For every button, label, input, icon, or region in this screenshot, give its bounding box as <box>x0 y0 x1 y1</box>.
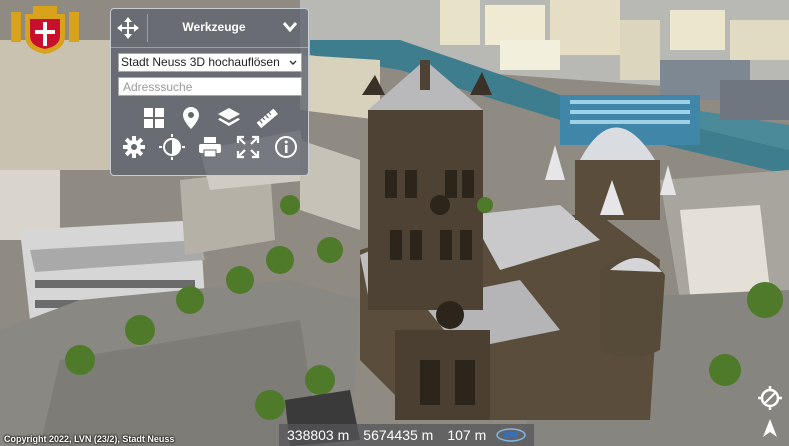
city-coat-of-arms-logo <box>9 6 81 56</box>
tools-panel-header: Werkzeuge <box>111 9 308 48</box>
measure-ruler-icon[interactable] <box>254 105 280 131</box>
map-marker-icon[interactable] <box>178 105 204 131</box>
height-value: 107 m <box>447 427 487 443</box>
header-divider <box>147 14 148 42</box>
layout-icon[interactable] <box>141 105 167 131</box>
reset-view-compass-icon[interactable] <box>757 385 783 411</box>
northing-value: 5674435 m <box>363 427 434 443</box>
settings-gear-icon[interactable] <box>121 134 147 160</box>
address-search-input[interactable] <box>118 77 302 96</box>
tools-panel-title: Werkzeuge <box>182 20 246 34</box>
viewer-logo-icon <box>496 428 527 442</box>
easting-value: 338803 m <box>287 427 350 443</box>
tools-panel: Werkzeuge Stadt Neuss 3D hochauflösen <box>110 8 309 176</box>
print-icon[interactable] <box>197 134 223 160</box>
info-icon[interactable] <box>273 134 299 160</box>
copyright-text: Copyright 2022, LVN (23/2), Stadt Neuss <box>4 434 175 444</box>
collapse-chevron-icon[interactable] <box>282 20 298 34</box>
chevron-down-icon <box>289 60 297 65</box>
contrast-icon[interactable] <box>159 134 185 160</box>
north-arrow-icon[interactable] <box>758 416 782 440</box>
fullscreen-icon[interactable] <box>235 134 261 160</box>
move-handle-icon[interactable] <box>117 17 139 39</box>
layers-icon[interactable] <box>216 105 242 131</box>
layer-select[interactable]: Stadt Neuss 3D hochauflösen <box>118 53 302 72</box>
coordinate-readout: 338803 m 5674435 m 107 m <box>279 424 535 446</box>
layer-select-value: Stadt Neuss 3D hochauflösen <box>121 55 280 69</box>
